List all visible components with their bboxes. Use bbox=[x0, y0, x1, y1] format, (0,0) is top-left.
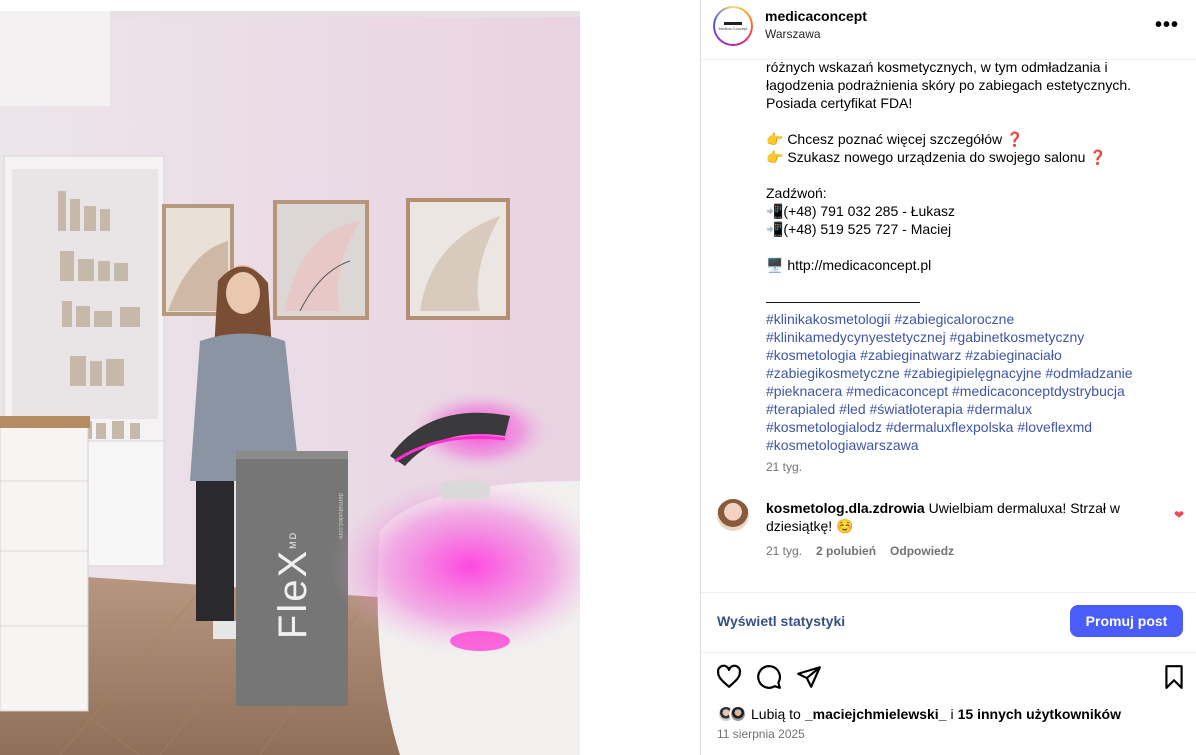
logo-bar bbox=[724, 21, 742, 25]
likes-conjunction: i bbox=[950, 706, 954, 722]
section-divider bbox=[701, 592, 1196, 593]
caption-line: ——————————— bbox=[766, 293, 920, 309]
device-brand-sup: MD bbox=[288, 530, 298, 549]
likes-others-link[interactable]: 15 innych użytkowników bbox=[958, 706, 1121, 722]
caption-line: łagodzenia podrażnienia skóry po zabiega… bbox=[766, 77, 1132, 93]
post-media-pane: FleX MD dermaluxled.com bbox=[0, 0, 700, 755]
post-location[interactable]: Warszawa bbox=[765, 27, 821, 41]
comment-timestamp[interactable]: 21 tyg. bbox=[766, 544, 802, 558]
caption-line: 📲(+48) 791 032 285 - Łukasz bbox=[766, 203, 956, 219]
caption-line: 👉 Chcesz poznać więcej szczegółów ❓ bbox=[766, 131, 1024, 147]
author-avatar[interactable]: Medica Concept bbox=[713, 6, 753, 46]
caption-line bbox=[766, 112, 1176, 130]
share-paper-plane-icon[interactable] bbox=[796, 664, 822, 690]
caption-line: różnych wskazań kosmetycznych, w tym odm… bbox=[766, 59, 1108, 75]
save-bookmark-icon[interactable] bbox=[1161, 664, 1187, 690]
hashtag-line[interactable]: #klinikamedycynyestetycznej #gabinetkosm… bbox=[766, 328, 1176, 346]
hashtag-list: #klinikakosmetologii #zabiegicaloroczne … bbox=[766, 310, 1176, 454]
caption-line bbox=[766, 238, 1176, 256]
post-actions-bar bbox=[701, 660, 1196, 692]
hashtag-line[interactable]: #klinikakosmetologii #zabiegicaloroczne bbox=[766, 310, 1176, 328]
likes-prefix: Lubią to bbox=[751, 706, 801, 722]
post-header: Medica Concept medicaconcept Warszawa ••… bbox=[701, 0, 1196, 60]
device-brand-text: FleX bbox=[270, 548, 315, 640]
hashtag-line[interactable]: #zabiegikosmetyczne #zabiegipielęgnacyjn… bbox=[766, 364, 1176, 382]
caption-line: 📲(+48) 519 525 727 - Maciej bbox=[766, 221, 952, 237]
comment-meta: 21 tyg. 2 polubień Odpowiedz bbox=[766, 544, 954, 558]
device-site-label: dermaluxled.com bbox=[337, 493, 343, 539]
caption-line bbox=[766, 166, 1176, 184]
hashtag-line[interactable]: #kosmetologialodz #dermaluxflexpolska #l… bbox=[766, 418, 1176, 436]
promote-post-button[interactable]: Promuj post bbox=[1070, 605, 1183, 637]
comment-reply-link[interactable]: Odpowiedz bbox=[890, 544, 954, 558]
comment-bubble-icon[interactable] bbox=[756, 664, 782, 690]
logo-text: Medica Concept bbox=[718, 25, 748, 31]
comment-likes-count[interactable]: 2 polubień bbox=[816, 544, 876, 558]
post-caption: różnych wskazań kosmetycznych, w tym odm… bbox=[766, 58, 1176, 454]
view-insights-link[interactable]: Wyświetl statystyki bbox=[717, 613, 845, 629]
caption-line: Zadźwoń: bbox=[766, 185, 827, 201]
commenter-username[interactable]: kosmetolog.dla.zdrowia bbox=[766, 500, 925, 516]
comment-like-heart-icon[interactable]: ❤ bbox=[1174, 508, 1184, 522]
caption-line: Posiada certyfikat FDA! bbox=[766, 95, 913, 111]
commenter-avatar[interactable] bbox=[717, 499, 749, 531]
like-heart-icon[interactable] bbox=[716, 664, 742, 690]
hashtag-line[interactable]: #kosmetologiawarszawa bbox=[766, 436, 1176, 454]
author-avatar-image: Medica Concept bbox=[715, 8, 751, 44]
caption-line[interactable]: 🖥️ http://medicaconcept.pl bbox=[766, 256, 1176, 274]
more-options-icon[interactable]: ••• bbox=[1155, 14, 1179, 37]
liker-username[interactable]: _maciejchmielewski_ bbox=[805, 706, 947, 722]
post-sidebar: Medica Concept medicaconcept Warszawa ••… bbox=[700, 0, 1196, 755]
caption-timestamp[interactable]: 21 tyg. bbox=[766, 460, 802, 474]
hashtag-line[interactable]: #pieknacera #medicaconcept #medicaconcep… bbox=[766, 382, 1176, 400]
photo-illustration bbox=[0, 11, 580, 755]
likes-summary: Lubią to _maciejchmielewski_ i 15 innych… bbox=[717, 704, 1121, 724]
post-photo[interactable] bbox=[0, 11, 580, 755]
caption-line bbox=[766, 274, 1176, 292]
section-divider bbox=[701, 652, 1196, 653]
author-username[interactable]: medicaconcept bbox=[765, 8, 867, 24]
hashtag-line[interactable]: #terapialed #led #światłoterapia #dermal… bbox=[766, 400, 1176, 418]
comment-body: kosmetolog.dla.zdrowia Uwielbiam dermalu… bbox=[766, 499, 1166, 535]
post-date[interactable]: 11 sierpnia 2025 bbox=[717, 727, 805, 741]
liker-avatar[interactable] bbox=[729, 705, 747, 723]
hashtag-line[interactable]: #kosmetologia #zabieginatwarz #zabiegina… bbox=[766, 346, 1176, 364]
caption-line: 👉 Szukasz nowego urządzenia do swojego s… bbox=[766, 149, 1107, 165]
